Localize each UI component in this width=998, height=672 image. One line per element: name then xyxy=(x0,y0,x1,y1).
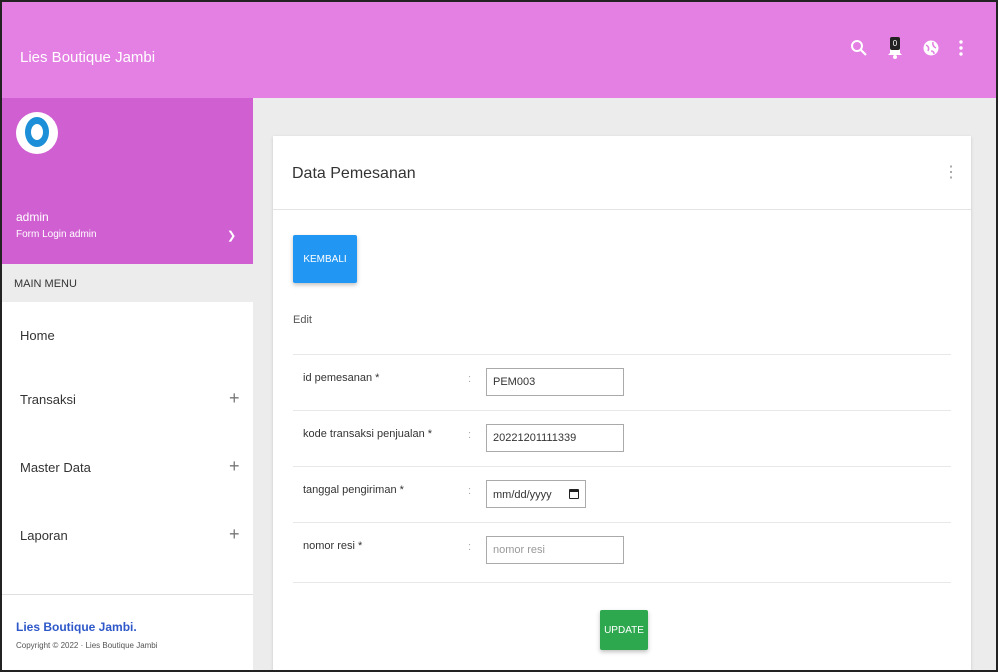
form-row-kode-transaksi: kode transaksi penjualan * : xyxy=(293,410,951,466)
avatar[interactable] xyxy=(16,112,58,154)
card-more-icon[interactable]: ⋮ xyxy=(943,162,959,182)
field-colon: : xyxy=(468,541,472,553)
menu-header: MAIN MENU xyxy=(2,264,253,302)
form-row-nomor-resi: nomor resi * : xyxy=(293,522,951,578)
form-row-tanggal-pengiriman: tanggal pengiriman * : mm/dd/yyyy xyxy=(293,466,951,522)
field-colon: : xyxy=(468,485,472,497)
user-role: Form Login admin xyxy=(16,229,97,240)
top-bar-icons: 0 xyxy=(850,37,976,59)
field-label: tanggal pengiriman * xyxy=(303,484,404,496)
card-title: Data Pemesanan xyxy=(292,165,416,182)
expand-plus-icon[interactable]: + xyxy=(229,456,240,477)
sidebar-item-label: Transaksi xyxy=(20,392,76,407)
kode-transaksi-input[interactable] xyxy=(486,424,624,452)
field-label: nomor resi * xyxy=(303,540,363,552)
more-vertical-icon[interactable] xyxy=(958,39,976,57)
user-name: admin xyxy=(16,210,49,224)
data-pemesanan-card: Data Pemesanan ⋮ KEMBALI Edit id pemesan… xyxy=(273,136,971,670)
sidebar: admin Form Login admin ❯ MAIN MENU Home … xyxy=(2,98,253,670)
divider xyxy=(273,209,971,210)
sidebar-item-label: Laporan xyxy=(20,528,68,543)
footer-brand[interactable]: Lies Boutique Jambi. xyxy=(16,620,137,634)
form-row-id-pemesanan: id pemesanan * : xyxy=(293,354,951,410)
expand-plus-icon[interactable]: + xyxy=(229,524,240,545)
top-bar: Lies Boutique Jambi 0 xyxy=(2,2,996,98)
tanggal-pengiriman-date-input[interactable]: mm/dd/yyyy xyxy=(486,480,586,508)
sidebar-item-home[interactable]: Home xyxy=(2,302,253,366)
sidebar-item-label: Home xyxy=(20,328,55,343)
app-window: Lies Boutique Jambi 0 admin Form Login a… xyxy=(0,0,998,672)
nomor-resi-input[interactable] xyxy=(486,536,624,564)
sidebar-footer: Lies Boutique Jambi. Copyright © 2022 · … xyxy=(2,594,253,670)
sidebar-item-laporan[interactable]: Laporan + xyxy=(2,502,253,566)
chevron-down-icon[interactable]: ❯ xyxy=(227,229,236,242)
expand-plus-icon[interactable]: + xyxy=(229,388,240,409)
calendar-icon[interactable] xyxy=(569,489,579,499)
field-colon: : xyxy=(468,373,472,385)
form-row-divider xyxy=(293,582,951,583)
sidebar-item-label: Master Data xyxy=(20,460,91,475)
date-value: mm/dd/yyyy xyxy=(493,489,552,501)
back-button[interactable]: KEMBALI xyxy=(293,235,357,283)
update-button[interactable]: UPDATE xyxy=(600,610,648,650)
footer-copyright: Copyright © 2022 · Lies Boutique Jambi xyxy=(16,641,158,650)
field-colon: : xyxy=(468,429,472,441)
id-pemesanan-input[interactable] xyxy=(486,368,624,396)
sidebar-item-transaksi[interactable]: Transaksi + xyxy=(2,366,253,430)
field-label: id pemesanan * xyxy=(303,372,380,384)
field-label: kode transaksi penjualan * xyxy=(303,428,433,440)
notification-count-badge: 0 xyxy=(890,37,900,50)
section-label: Edit xyxy=(293,314,312,326)
notification-bell-icon[interactable]: 0 xyxy=(886,37,904,59)
brand-title[interactable]: Lies Boutique Jambi xyxy=(20,49,155,66)
globe-icon[interactable] xyxy=(922,39,940,57)
user-info-panel: admin Form Login admin ❯ xyxy=(2,98,253,264)
sidebar-item-master-data[interactable]: Master Data + xyxy=(2,434,253,498)
search-icon[interactable] xyxy=(850,39,868,57)
